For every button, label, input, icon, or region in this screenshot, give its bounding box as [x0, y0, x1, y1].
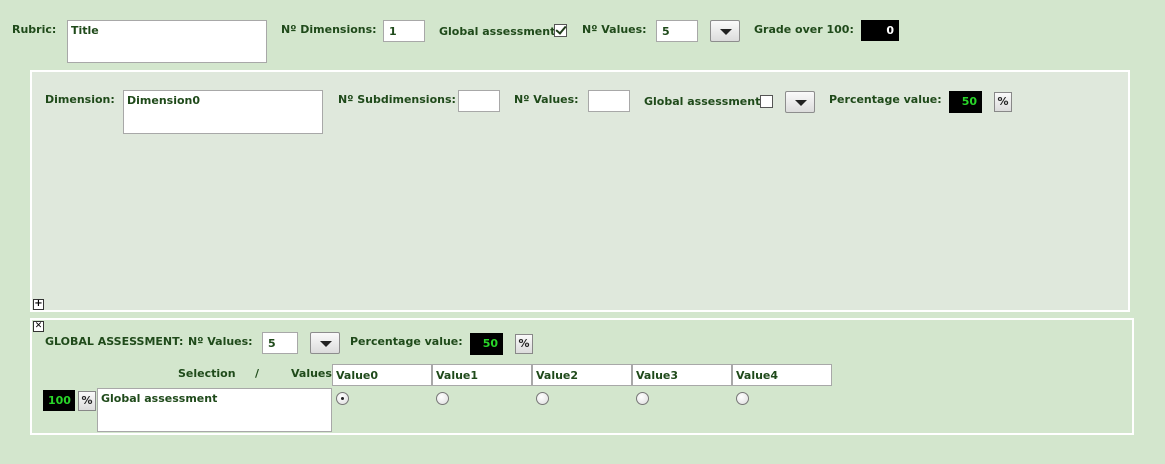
dimension-label: Dimension: [45, 93, 115, 106]
dimension-percentage-label: Percentage value: [829, 93, 942, 106]
global-percentage-display: 50 [470, 333, 503, 355]
row-percentage-button[interactable]: % [78, 391, 96, 411]
rubric-values-dropdown-button[interactable] [710, 20, 740, 42]
dimension-values-count-label: Nº Values: [514, 93, 579, 106]
global-percentage-button[interactable]: % [515, 334, 533, 354]
dimension-values-count-input[interactable] [588, 90, 630, 112]
dimension-global-assessment-checkbox[interactable] [760, 95, 773, 108]
grade-label: Grade over 100: [754, 23, 854, 36]
value-header-2[interactable]: Value2 [532, 364, 632, 386]
grade-display: 0 [861, 20, 899, 41]
dimensions-count-input[interactable]: 1 [383, 20, 425, 42]
dimension-values-dropdown-button[interactable] [785, 91, 815, 113]
row-percentage-display: 100 [43, 390, 75, 411]
rubric-global-assessment-label: Global assessment [439, 25, 556, 38]
plus-icon: + [34, 298, 43, 309]
subdimensions-count-input[interactable] [458, 90, 500, 112]
value-header-4[interactable]: Value4 [732, 364, 832, 386]
global-values-dropdown-button[interactable] [310, 332, 340, 354]
global-assessment-heading: GLOBAL ASSESSMENT: [45, 335, 184, 348]
value-radio-3[interactable] [636, 392, 649, 405]
selection-values-separator: / [255, 367, 260, 380]
global-assessment-panel: GLOBAL ASSESSMENT: Nº Values: 5 Percenta… [30, 318, 1134, 435]
global-values-count-label: Nº Values: [188, 335, 253, 348]
dimensions-count-label: Nº Dimensions: [281, 23, 377, 36]
global-percentage-label: Percentage value: [350, 335, 463, 348]
value-header-1[interactable]: Value1 [432, 364, 532, 386]
rubric-title-field[interactable]: Title [67, 20, 267, 63]
rubric-values-count-input[interactable]: 5 [656, 20, 698, 42]
dimension-percentage-display: 50 [949, 91, 982, 113]
percent-icon: % [81, 394, 93, 407]
value-radio-4[interactable] [736, 392, 749, 405]
rubric-values-count-label: Nº Values: [582, 23, 647, 36]
values-header-label: Values [291, 367, 332, 380]
subdimensions-count-label: Nº Subdimensions: [338, 93, 456, 106]
value-radio-0[interactable] [336, 392, 349, 405]
rubric-global-assessment-checkbox[interactable] [554, 24, 567, 37]
percent-icon: % [997, 95, 1009, 108]
rubric-label: Rubric: [12, 23, 57, 36]
global-values-count-input[interactable]: 5 [262, 332, 298, 354]
value-radio-2[interactable] [536, 392, 549, 405]
dimension-percentage-button[interactable]: % [994, 92, 1012, 112]
dimension-panel: Dimension: Dimension0 Nº Subdimensions: … [30, 70, 1130, 312]
dimension-global-assessment-label: Global assessment [644, 95, 761, 108]
percent-icon: % [518, 337, 530, 350]
global-assessment-text-field[interactable]: Global assessment [97, 388, 332, 432]
value-radio-1[interactable] [436, 392, 449, 405]
selection-label: Selection [178, 367, 236, 380]
value-header-3[interactable]: Value3 [632, 364, 732, 386]
value-header-0[interactable]: Value0 [332, 364, 432, 386]
add-subdimension-button[interactable]: + [33, 299, 44, 310]
dimension-name-field[interactable]: Dimension0 [123, 90, 323, 134]
